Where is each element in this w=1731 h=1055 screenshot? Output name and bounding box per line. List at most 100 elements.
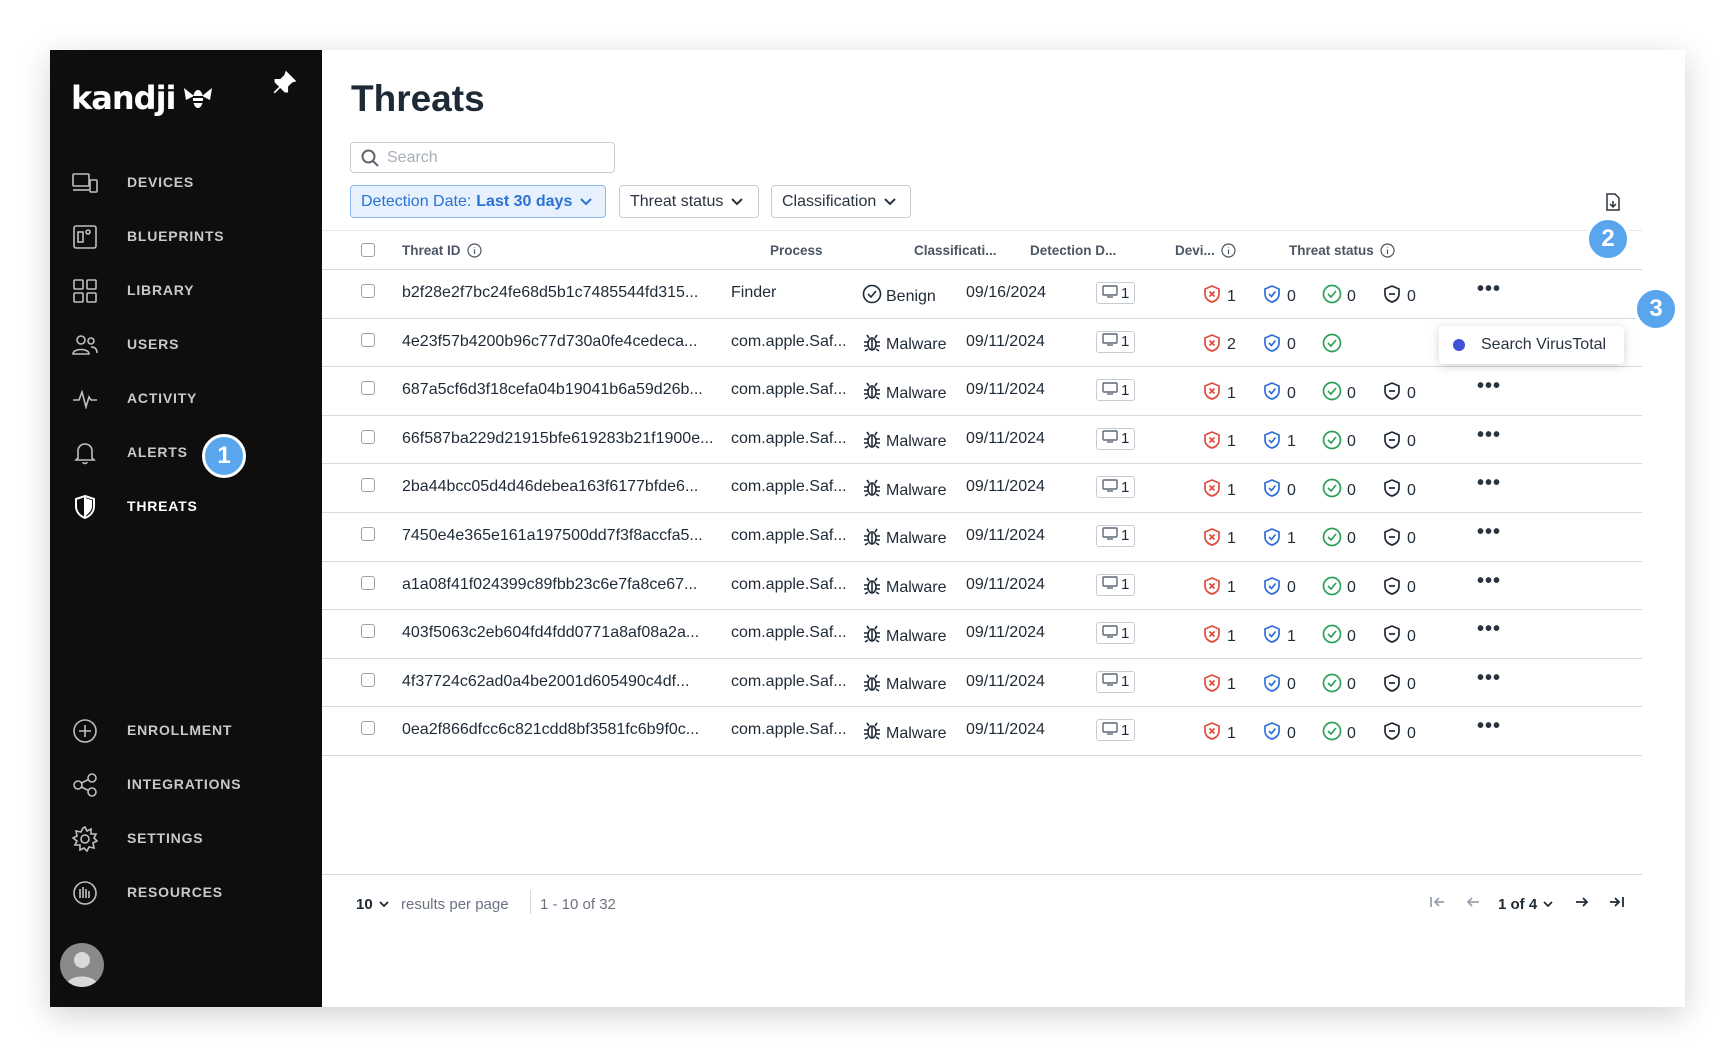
devices-cell[interactable]: 1 [1096,476,1136,499]
table-row[interactable]: 2ba44bcc05d4d46debea163f6177bfde6... com.… [322,464,1642,513]
shield-minus-icon [1382,673,1402,698]
devices-cell[interactable]: 1 [1096,282,1136,304]
threat-id-cell[interactable]: 4f37724c62ad0a4be2001d605490c4df... [402,673,689,691]
more-actions-button[interactable]: ••• [1477,521,1501,544]
threat-id-cell[interactable]: b2f28e2f7bc24fe68d5b1c7485544fd315... [402,284,698,302]
col-devices[interactable]: Devi... [1175,243,1236,258]
table-row[interactable]: b2f28e2f7bc24fe68d5b1c7485544fd315... Fin… [322,270,1642,319]
row-checkbox[interactable] [361,429,375,444]
row-checkbox[interactable] [361,624,375,639]
shield-check-icon [1262,478,1282,503]
other-count: 0 [1382,576,1416,601]
devices-cell[interactable]: 1 [1096,670,1136,693]
devices-cell[interactable]: 1 [1096,573,1136,596]
threat-id-cell[interactable]: 4e23f57b4200b96c77d730a0fe4cedeca... [402,333,697,351]
devices-cell[interactable]: 1 [1096,427,1136,450]
threat-id-cell[interactable]: 2ba44bcc05d4d46debea163f6177bfde6... [402,478,698,496]
search-box[interactable] [350,142,615,173]
select-all-checkbox[interactable] [361,243,375,257]
more-actions-button[interactable]: ••• [1477,667,1501,690]
next-page-button[interactable] [1575,896,1589,908]
devices-cell[interactable]: 1 [1096,379,1136,402]
sidebar-item-library[interactable]: LIBRARY [50,270,322,310]
shield-icon [70,492,100,522]
resolved-count: 0 [1322,624,1356,649]
sidebar-item-enrollment[interactable]: ENROLLMENT [50,710,322,750]
first-page-button[interactable] [1430,896,1446,908]
info-icon[interactable] [466,243,482,258]
search-input[interactable] [387,148,607,167]
pin-icon[interactable] [271,70,297,101]
sidebar-item-devices[interactable]: DEVICES [50,162,322,202]
more-actions-button[interactable]: ••• [1477,375,1501,398]
row-checkbox[interactable] [361,332,375,347]
avatar[interactable] [60,943,104,987]
sidebar-item-threats[interactable]: THREATS [50,486,322,526]
col-threat-status[interactable]: Threat status [1289,243,1395,258]
row-checkbox[interactable] [361,526,375,541]
page-select[interactable]: 1 of 4 [1498,896,1553,913]
table-row[interactable]: 0ea2f866dfcc6c821cdd8bf3581fc6b9f0c... co… [322,707,1642,756]
threat-id-cell[interactable]: 7450e4e365e161a197500dd7f3f8accfa5... [402,527,703,545]
sidebar-item-integrations[interactable]: INTEGRATIONS [50,764,322,804]
more-actions-button[interactable]: ••• [1477,618,1501,641]
brand-logo[interactable]: kandji [71,79,216,117]
detection-date-filter[interactable]: Detection Date: Last 30 days [350,185,606,218]
protected-count: 0 [1262,284,1296,309]
row-checkbox[interactable] [361,672,375,687]
devices-cell[interactable]: 1 [1096,524,1136,547]
threat-id-cell[interactable]: 403f5063c2eb604fd4fdd0771a8af08a2a... [402,624,699,642]
more-actions-button[interactable]: ••• [1477,570,1501,593]
threat-id-cell[interactable]: 0ea2f866dfcc6c821cdd8bf3581fc6b9f0c... [402,721,699,739]
per-page-select[interactable]: 10 [356,896,389,913]
monitor-icon [1102,624,1118,642]
row-checkbox[interactable] [361,381,375,396]
sidebar-item-activity[interactable]: ACTIVITY [50,378,322,418]
resolved-count: 0 [1322,284,1356,309]
sidebar-item-blueprints[interactable]: BLUEPRINTS [50,216,322,256]
last-page-button[interactable] [1608,896,1624,908]
check-circle-icon [1322,624,1342,649]
other-count: 0 [1382,527,1416,552]
col-classification[interactable]: Classificati... [914,243,997,258]
protected-count: 1 [1262,624,1296,649]
row-checkbox[interactable] [361,721,375,736]
table-row[interactable]: 66f587ba229d21915bfe619283b21f1900e... co… [322,416,1642,465]
search-virustotal-menu-item[interactable]: Search VirusTotal [1439,326,1624,364]
table-row[interactable]: 687a5cf6d3f18cefa04b19041b6a59d26b... com… [322,367,1642,416]
row-checkbox[interactable] [361,478,375,493]
classification-cell: Malware [862,624,946,649]
monitor-icon [1102,722,1118,739]
row-checkbox[interactable] [361,284,375,298]
col-detection-date[interactable]: Detection D... [1030,243,1116,258]
table-row[interactable]: 7450e4e365e161a197500dd7f3f8accfa5... com… [322,513,1642,562]
table-row[interactable]: a1a08f41f024399c89fbb23c6e7fa8ce67... com… [322,562,1642,611]
sidebar-item-settings[interactable]: SETTINGS [50,818,322,858]
info-icon[interactable] [1221,243,1236,258]
col-threat-id[interactable]: Threat ID [402,243,482,258]
export-icon[interactable] [1605,193,1621,216]
more-actions-button[interactable]: ••• [1477,424,1501,447]
threat-id-cell[interactable]: 687a5cf6d3f18cefa04b19041b6a59d26b... [402,381,703,399]
info-icon[interactable] [1380,243,1395,258]
classification-filter[interactable]: Classification [771,185,911,218]
row-checkbox[interactable] [361,575,375,590]
sidebar-item-resources[interactable]: RESOURCES [50,872,322,912]
more-actions-button[interactable]: ••• [1477,715,1501,738]
more-actions-button[interactable]: ••• [1477,278,1501,301]
table-row[interactable]: 4f37724c62ad0a4be2001d605490c4df... com.a… [322,659,1642,708]
devices-cell[interactable]: 1 [1096,330,1136,353]
more-actions-button[interactable]: ••• [1477,472,1501,495]
malware-bug-icon [862,333,882,358]
prev-page-button[interactable] [1466,896,1480,908]
table-row[interactable]: 403f5063c2eb604fd4fdd0771a8af08a2a... com… [322,610,1642,659]
sidebar-item-alerts[interactable]: ALERTS [50,432,322,472]
devices-cell[interactable]: 1 [1096,719,1136,742]
sidebar-item-users[interactable]: USERS [50,324,322,364]
threat-id-cell[interactable]: 66f587ba229d21915bfe619283b21f1900e... [402,430,713,448]
threat-status-filter[interactable]: Threat status [619,185,759,218]
col-process[interactable]: Process [770,243,823,258]
devices-icon [70,168,100,198]
devices-cell[interactable]: 1 [1096,622,1136,645]
threat-id-cell[interactable]: a1a08f41f024399c89fbb23c6e7fa8ce67... [402,576,697,594]
